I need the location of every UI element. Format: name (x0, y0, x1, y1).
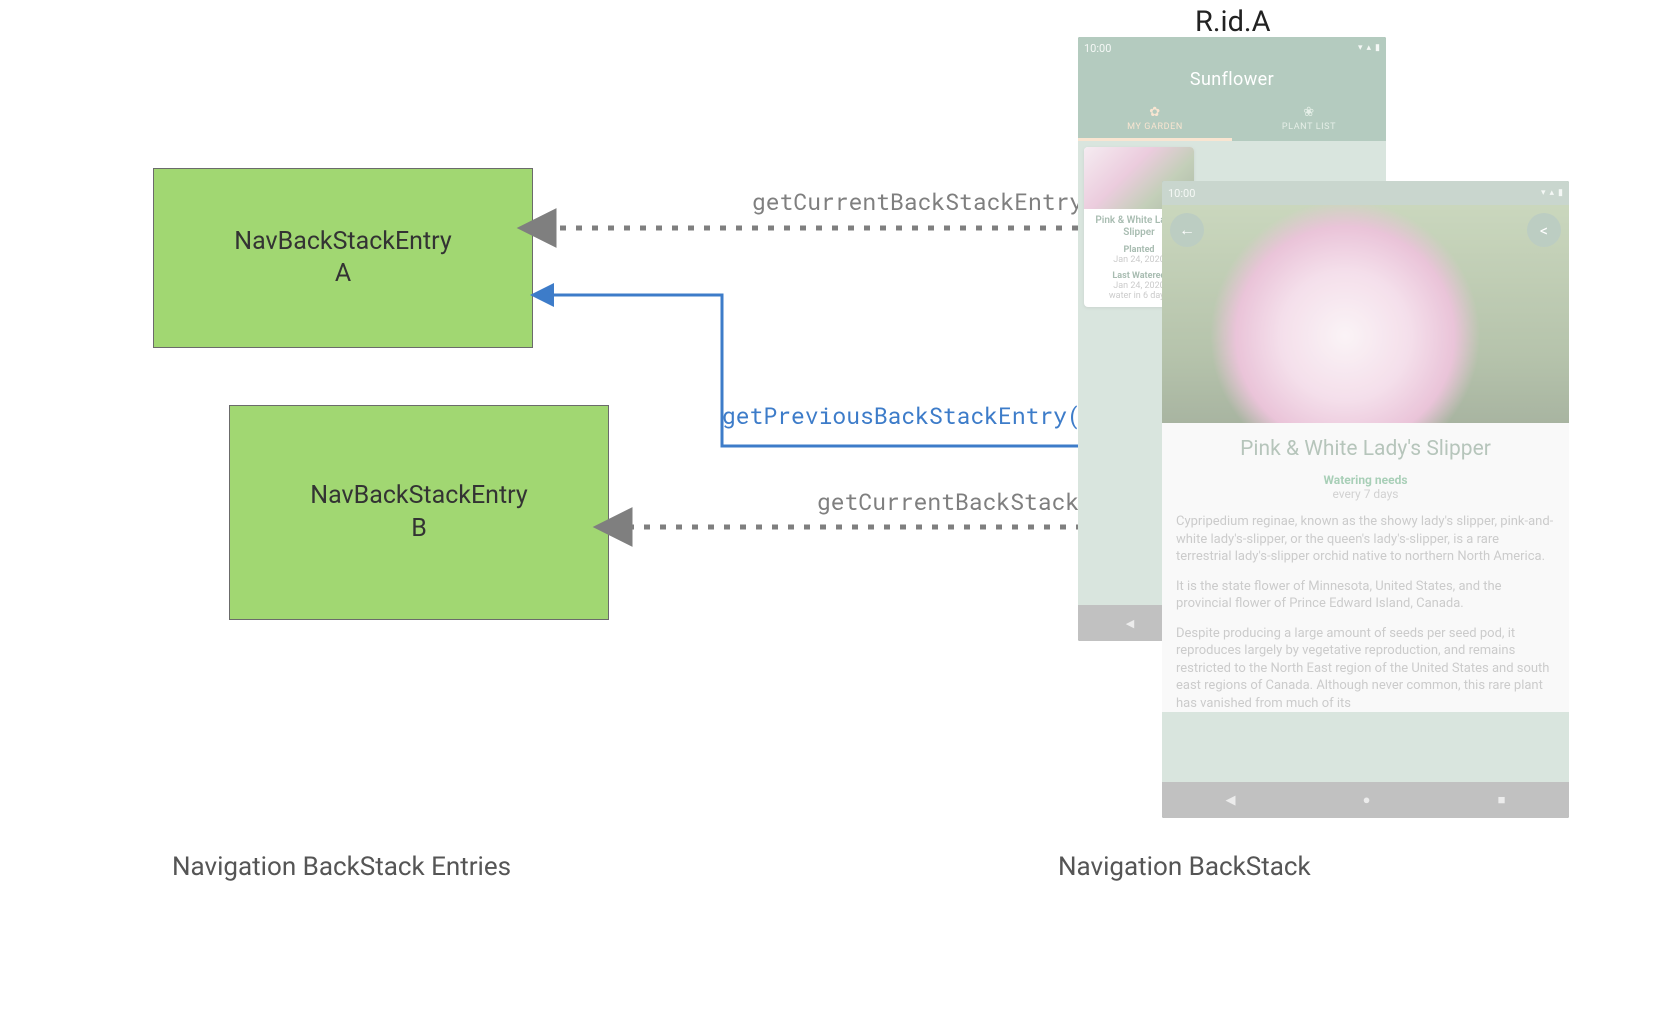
arrow-left-icon: ← (1179, 220, 1195, 240)
status-bar: 10:00 ▾ ▴ ▮ (1078, 37, 1386, 59)
entry-b-title: NavBackStackEntry (310, 480, 527, 513)
method-label-previous: getPreviousBackStackEntry() (722, 401, 1095, 431)
section-label-entries: Navigation BackStack Entries (172, 852, 511, 882)
detail-body: Pink & White Lady's Slipper Watering nee… (1162, 423, 1569, 712)
flower-icon: ✿ (1149, 105, 1161, 120)
screen-b: 10:00 ▾ ▴ ▮ ← < Pink & White Lady's Slip… (1162, 181, 1569, 818)
android-nav-bar: ◀ ● ■ (1162, 782, 1569, 818)
diagram-container: NavBackStackEntry A NavBackStackEntry B … (112, 0, 1567, 920)
signal-icon: ▴ (1550, 188, 1555, 198)
share-button[interactable]: < (1527, 213, 1561, 247)
status-time: 10:00 (1168, 187, 1195, 200)
battery-icon: ▮ (1375, 43, 1380, 53)
signal-icon: ▴ (1367, 43, 1372, 53)
entry-a-sub: A (335, 258, 351, 291)
detail-paragraph: It is the state flower of Minnesota, Uni… (1176, 578, 1555, 613)
watering-heading: Watering needs (1176, 473, 1555, 487)
tab-label: MY GARDEN (1127, 122, 1183, 132)
leaf-icon: ❀ (1303, 105, 1315, 120)
watering-value: every 7 days (1176, 487, 1555, 501)
detail-title: Pink & White Lady's Slipper (1176, 437, 1555, 461)
app-title: Sunflower (1078, 59, 1386, 99)
battery-icon: ▮ (1558, 188, 1563, 198)
share-icon: < (1540, 221, 1548, 240)
plant-hero-image: ← < (1162, 205, 1569, 423)
status-icons: ▾ ▴ ▮ (1358, 43, 1380, 53)
tab-plant-list[interactable]: ❀ PLANT LIST (1232, 99, 1386, 141)
nav-backstack-entry-b: NavBackStackEntry B (229, 405, 609, 620)
nav-back-icon[interactable]: ◀ (1126, 617, 1134, 630)
status-icons: ▾ ▴ ▮ (1541, 188, 1563, 198)
tabs: ✿ MY GARDEN ❀ PLANT LIST (1078, 99, 1386, 141)
detail-paragraph: Despite producing a large amount of seed… (1176, 625, 1555, 713)
tab-my-garden[interactable]: ✿ MY GARDEN (1078, 99, 1232, 141)
section-label-backstack: Navigation BackStack (1058, 852, 1311, 882)
back-button[interactable]: ← (1170, 213, 1204, 247)
wifi-icon: ▾ (1358, 43, 1363, 53)
nav-back-icon[interactable]: ◀ (1226, 793, 1236, 808)
rid-label-a: R.id.A (1195, 5, 1271, 39)
nav-home-icon[interactable]: ● (1363, 792, 1371, 808)
detail-paragraph: Cypripedium reginae, known as the showy … (1176, 513, 1555, 566)
nav-backstack-entry-a: NavBackStackEntry A (153, 168, 533, 348)
method-label-current-a: getCurrentBackStackEntry() (752, 187, 1111, 217)
status-bar: 10:00 ▾ ▴ ▮ (1162, 181, 1569, 205)
wifi-icon: ▾ (1541, 188, 1546, 198)
status-time: 10:00 (1084, 42, 1111, 55)
nav-recent-icon[interactable]: ■ (1498, 792, 1506, 808)
tab-label: PLANT LIST (1282, 122, 1336, 132)
entry-a-title: NavBackStackEntry (234, 226, 451, 259)
entry-b-sub: B (411, 513, 427, 546)
